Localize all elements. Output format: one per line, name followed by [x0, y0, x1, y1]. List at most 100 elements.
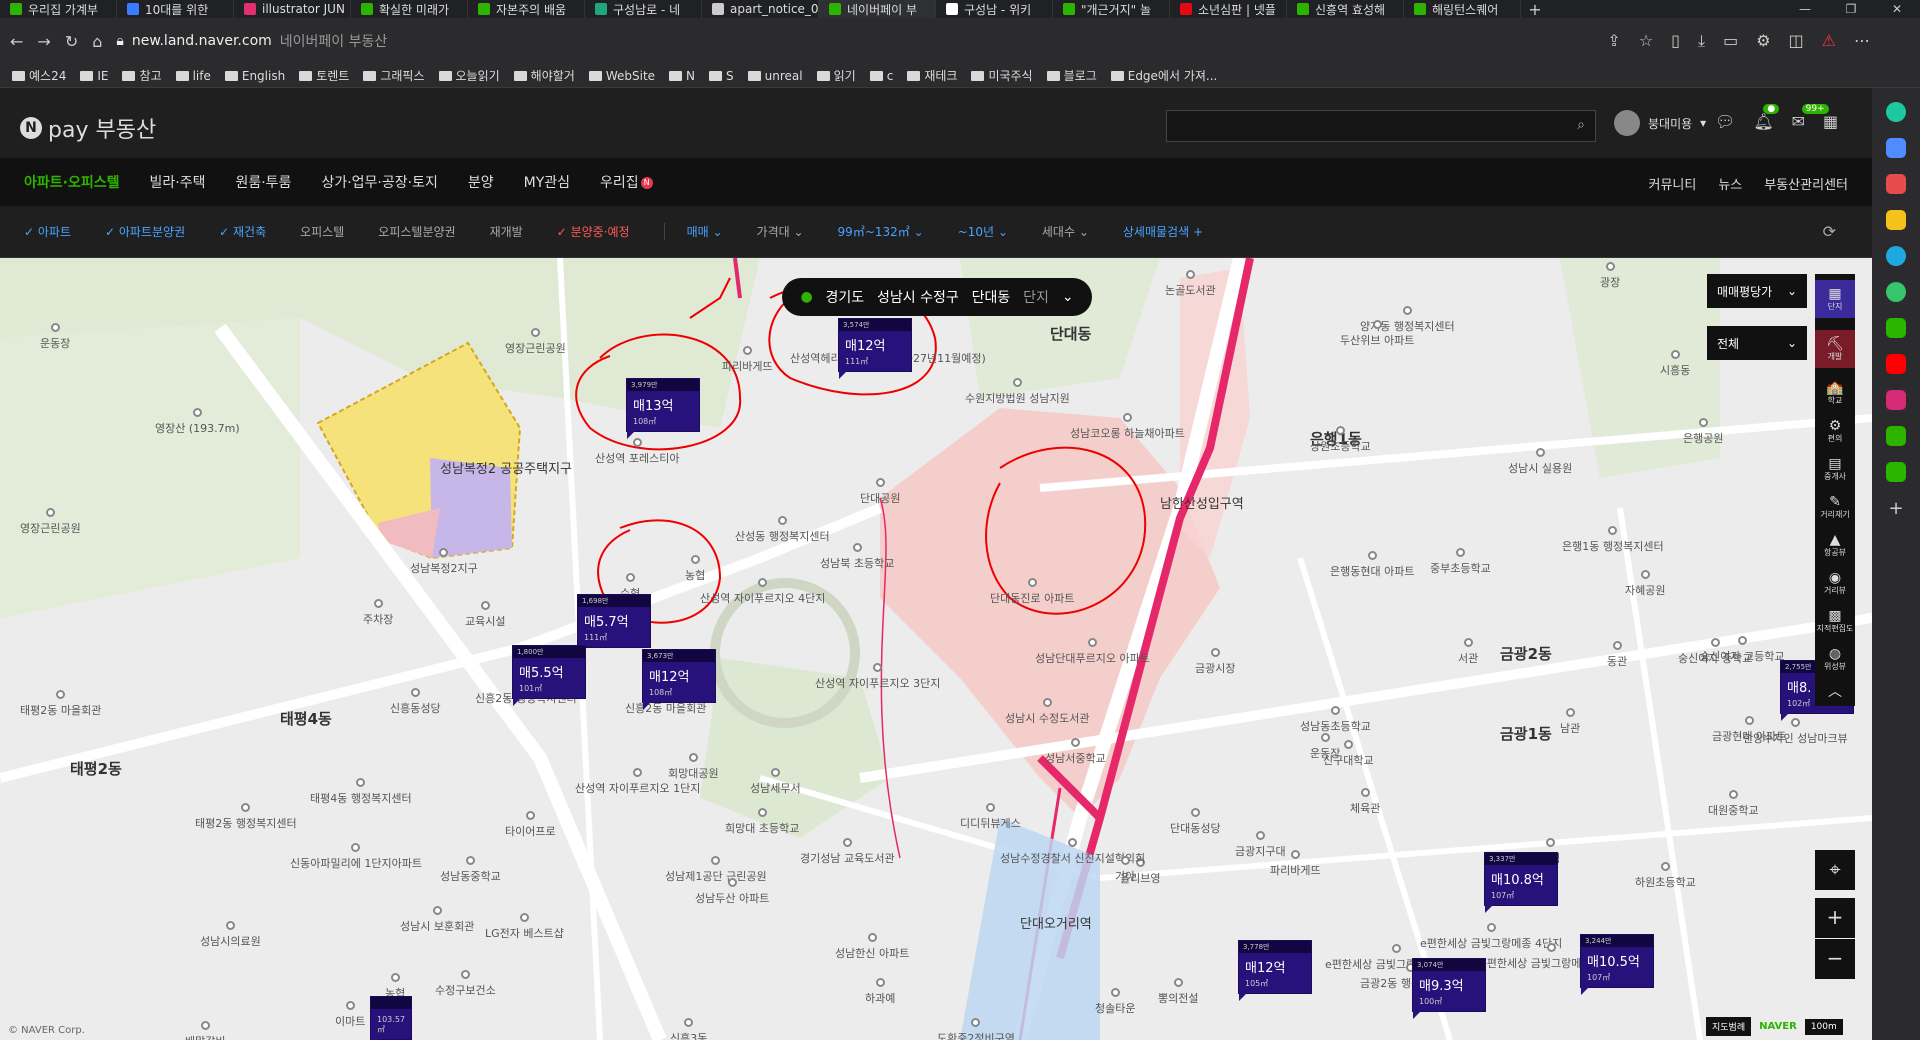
- map-place-label[interactable]: 운동장: [1310, 733, 1340, 760]
- map-place-label[interactable]: 태평2동 행정복지센터: [195, 803, 297, 830]
- browser-tab[interactable]: 해링턴스퀘어: [1404, 0, 1521, 18]
- map-place-label[interactable]: 교육시설: [465, 601, 505, 628]
- url-field[interactable]: 🔒︎ new.land.naver.com 네이버페이 부동산: [116, 26, 1593, 56]
- browser-tab[interactable]: 구성남 - 위키: [936, 0, 1053, 18]
- map-place-label[interactable]: 성남시의료원: [200, 921, 261, 948]
- map-place-label[interactable]: 중부초등학교: [1430, 548, 1491, 575]
- map-place-label[interactable]: 태평4동 행정복지센터: [310, 778, 412, 805]
- map-place-label[interactable]: LG전자 베스트샵: [485, 913, 564, 940]
- browser-tab[interactable]: 자본주의 배움: [468, 0, 585, 18]
- favorites-icon[interactable]: [1886, 210, 1906, 230]
- shopping-icon[interactable]: [1886, 174, 1906, 194]
- games-icon[interactable]: [1886, 282, 1906, 302]
- nav-item[interactable]: 빌라·주택: [149, 172, 205, 192]
- map-place-label[interactable]: 성남시 보훈회관: [400, 906, 474, 933]
- map-place-label[interactable]: 대원중학교: [1708, 790, 1759, 817]
- map-place-label[interactable]: 회망대공원: [668, 753, 719, 780]
- map-place-label[interactable]: 운동장: [40, 323, 70, 350]
- map-place-label[interactable]: 남관: [1560, 708, 1580, 735]
- filter-chip[interactable]: ✓ 분양중·예정: [557, 223, 630, 240]
- bookmark-item[interactable]: 토렌트: [299, 67, 349, 84]
- price-marker[interactable]: 1,698만 매5.7억 111㎡: [577, 594, 651, 655]
- filter-chip[interactable]: ✓ 아파트분양권: [105, 223, 185, 240]
- map-tool-button[interactable]: ⛏ 개발: [1815, 330, 1855, 368]
- price-marker[interactable]: 3,778만 매12억 105㎡: [1238, 940, 1312, 1001]
- map-place-label[interactable]: 하원초등학교: [1635, 862, 1696, 889]
- gps-button[interactable]: ⌖: [1815, 850, 1855, 890]
- map-place-label[interactable]: 주차장: [363, 599, 393, 626]
- nav-item[interactable]: 분양: [468, 172, 494, 192]
- map-tool-button[interactable]: ▩ 지적편집도: [1815, 608, 1855, 634]
- map-view[interactable]: 단대동성남복정2 공공주택지구태평4동태평2동은행1동금광2동금광1동산성역헤리…: [0, 258, 1872, 1040]
- download-icon[interactable]: ⤓: [1698, 31, 1705, 51]
- map-place-label[interactable]: 신동아파밀리에 1단지아파트: [290, 843, 422, 870]
- split-icon[interactable]: ▯: [1671, 31, 1680, 51]
- map-place-label[interactable]: 신흥3동: [670, 1018, 707, 1040]
- loc-city[interactable]: 성남시 수정구: [877, 287, 959, 307]
- map-place-label[interactable]: 디디뒤뷰게스: [960, 803, 1021, 830]
- filter-chip[interactable]: 오피스텔분양권: [378, 223, 455, 240]
- map-place-label[interactable]: 금광2동: [1500, 647, 1552, 662]
- browser-tab[interactable]: 네이버페이 부: [819, 0, 936, 18]
- browser-tab[interactable]: illustrator JUN: [234, 0, 351, 18]
- filter-chip[interactable]: 오피스텔: [300, 223, 344, 240]
- price-marker[interactable]: 3,244만 매10.5억 107㎡: [1580, 934, 1654, 995]
- filter-chip[interactable]: 재개발: [490, 223, 523, 240]
- map-place-label[interactable]: 성남복정2지구: [410, 548, 478, 575]
- map-place-label[interactable]: 파리바게뜨: [1270, 850, 1321, 877]
- zoom-out-button[interactable]: −: [1815, 939, 1855, 979]
- filter-chip[interactable]: ~10년 ⌄: [958, 223, 1008, 240]
- bookmark-item[interactable]: 블로그: [1046, 67, 1097, 84]
- search-icon[interactable]: ⌕: [1577, 117, 1585, 133]
- map-place-label[interactable]: 산성동 행정복지센터: [735, 516, 830, 543]
- price-type-dropdown[interactable]: 매매평당가 ⌄: [1707, 274, 1807, 308]
- map-place-label[interactable]: 영장근린공원: [20, 508, 81, 535]
- map-place-label[interactable]: 산성역 자이푸르지오 3단지: [815, 663, 940, 690]
- map-place-label[interactable]: 하과예: [865, 978, 895, 1005]
- home-icon[interactable]: ⌂: [92, 32, 102, 51]
- map-place-label[interactable]: 단대동: [1050, 327, 1091, 342]
- map-place-label[interactable]: 성남세무서: [750, 768, 801, 795]
- map-place-label[interactable]: 성남코오롱 하늘채아파트: [1070, 413, 1185, 440]
- map-tool-button[interactable]: ▤ 중개사: [1815, 456, 1855, 482]
- restore-icon[interactable]: ❐: [1828, 0, 1874, 18]
- price-marker[interactable]: 3,337만 매10.8억 107㎡: [1484, 852, 1558, 913]
- map-place-label[interactable]: 희망대 초등학교: [725, 808, 799, 835]
- map-place-label[interactable]: 남한산성입구역: [1160, 498, 1244, 511]
- map-place-label[interactable]: 성남서중학교: [1045, 738, 1106, 765]
- map-tool-button[interactable]: ▦ 단지: [1815, 280, 1855, 318]
- bookmark-item[interactable]: 읽기: [816, 67, 856, 84]
- map-place-label[interactable]: 단대동성당: [1170, 808, 1221, 835]
- map-tool-button[interactable]: ▲ 항공뷰: [1815, 532, 1855, 558]
- map-legend-button[interactable]: 지도범례: [1706, 1017, 1752, 1036]
- map-place-label[interactable]: 숭신여자 중학교: [1678, 638, 1752, 665]
- copilot-icon[interactable]: [1886, 102, 1906, 122]
- browser-tab[interactable]: apart_notice_0: [702, 0, 819, 18]
- webtoon-icon[interactable]: [1886, 318, 1906, 338]
- price-marker[interactable]: 3,673만 매12억 108㎡: [642, 649, 716, 710]
- minimize-icon[interactable]: —: [1782, 0, 1828, 18]
- map-place-label[interactable]: 단대동진로 아파트: [990, 578, 1074, 605]
- nav-right-item[interactable]: 뉴스: [1718, 174, 1742, 193]
- map-place-label[interactable]: 성남두산 아파트: [695, 878, 769, 905]
- youtube-icon[interactable]: [1886, 354, 1906, 374]
- map-place-label[interactable]: 태평2동: [70, 762, 122, 777]
- filter-chip[interactable]: 99㎡~132㎡ ⌄: [838, 223, 924, 240]
- bookmark-item[interactable]: N: [669, 69, 695, 83]
- map-place-label[interactable]: 단대오거리역: [1020, 918, 1092, 931]
- map-place-label[interactable]: 농협: [685, 555, 705, 582]
- map-place-label[interactable]: 청솔타운: [1095, 988, 1135, 1015]
- map-place-label[interactable]: 단대공원: [860, 478, 900, 505]
- loc-mode[interactable]: 단지: [1023, 287, 1049, 307]
- map-tool-button[interactable]: ⚙ 편의: [1815, 418, 1855, 444]
- map-place-label[interactable]: 파리바게뜨: [722, 346, 773, 373]
- bookmark-item[interactable]: life: [175, 69, 211, 83]
- map-place-label[interactable]: 도환중2정비구역: [937, 1018, 1015, 1040]
- price-marker[interactable]: 103.57㎡: [370, 996, 412, 1040]
- tools-icon[interactable]: [1886, 138, 1906, 158]
- map-place-label[interactable]: 영장근린공원: [505, 328, 566, 355]
- scope-dropdown[interactable]: 전체 ⌄: [1707, 326, 1807, 360]
- zoom-in-button[interactable]: +: [1815, 898, 1855, 938]
- bookmark-item[interactable]: 미국주식: [971, 67, 1033, 84]
- bookmark-item[interactable]: 재테크: [907, 67, 957, 84]
